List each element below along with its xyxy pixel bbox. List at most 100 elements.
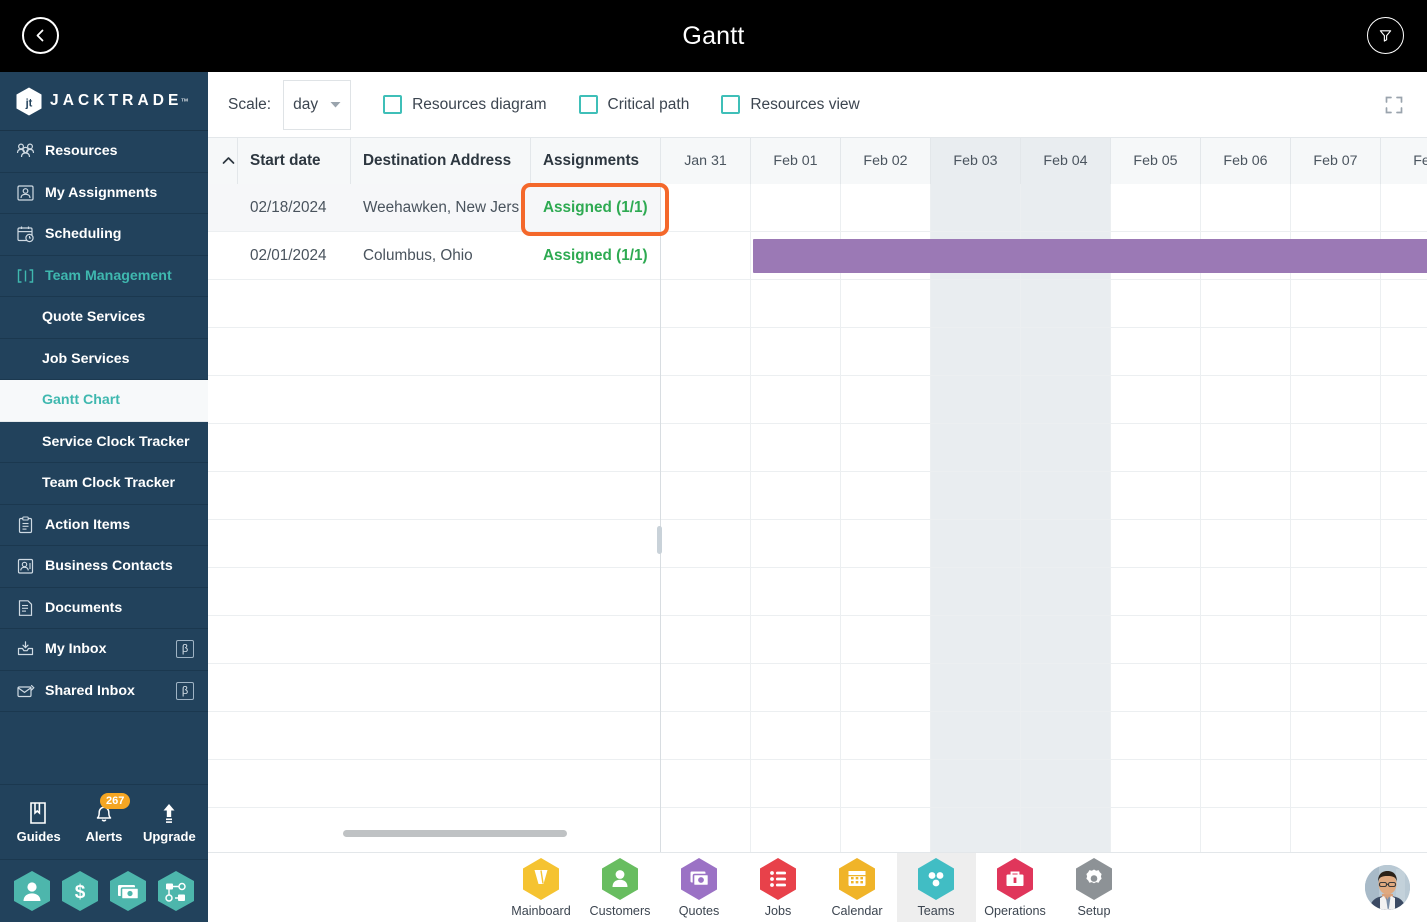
timeline-cell[interactable] — [751, 664, 841, 711]
sidebar-item-resources[interactable]: Resources — [0, 131, 208, 173]
timeline-cell[interactable] — [1021, 568, 1111, 615]
timeline-cell[interactable] — [1111, 568, 1201, 615]
timeline-cell[interactable] — [751, 568, 841, 615]
timeline-cell[interactable] — [1381, 424, 1427, 471]
timeline-cell[interactable] — [1291, 184, 1381, 231]
sidebar-item-business-contacts[interactable]: Business Contacts — [0, 546, 208, 588]
scale-select[interactable]: day — [283, 79, 352, 130]
sidebar-item-team-management[interactable]: Team Management — [0, 256, 208, 297]
timeline-cell[interactable] — [841, 280, 931, 327]
timeline-cell[interactable] — [931, 616, 1021, 663]
sidebar-item-documents[interactable]: Documents — [0, 588, 208, 629]
sidebar-item-shared-inbox[interactable]: Shared Inbox β — [0, 671, 208, 712]
timeline-cell[interactable] — [661, 664, 751, 711]
timeline-cell[interactable] — [1201, 616, 1291, 663]
timeline-cell[interactable] — [661, 184, 751, 231]
timeline-cell[interactable] — [751, 712, 841, 759]
timeline-cell[interactable] — [1381, 760, 1427, 807]
timeline-cell[interactable] — [931, 184, 1021, 231]
sidebar-item-action-items[interactable]: Action Items — [0, 505, 208, 546]
timeline-cell[interactable] — [841, 616, 931, 663]
timeline-cell[interactable] — [1021, 376, 1111, 423]
timeline-cell[interactable] — [841, 712, 931, 759]
timeline-cell[interactable] — [1381, 472, 1427, 519]
timeline-cell[interactable] — [841, 424, 931, 471]
column-header-assignments[interactable]: Assignments — [531, 138, 661, 184]
timeline-cell[interactable] — [1201, 328, 1291, 375]
timeline-cell[interactable] — [1291, 376, 1381, 423]
timeline-cell[interactable] — [1291, 760, 1381, 807]
timeline-cell[interactable] — [841, 328, 931, 375]
cell-assignments[interactable]: Assigned (1/1) — [531, 184, 661, 232]
timeline-cell[interactable] — [841, 472, 931, 519]
column-header-destination-address[interactable]: Destination Address — [351, 138, 531, 184]
timeline-cell[interactable] — [1111, 280, 1201, 327]
timeline-cell[interactable] — [1291, 328, 1381, 375]
horizontal-scrollbar[interactable] — [208, 830, 660, 838]
sidebar-item-job-services[interactable]: Job Services — [0, 339, 208, 380]
sidebar-item-service-clock-tracker[interactable]: Service Clock Tracker — [0, 422, 208, 463]
timeline-cell[interactable] — [1291, 424, 1381, 471]
timeline-cell[interactable] — [751, 376, 841, 423]
timeline-cell[interactable] — [1201, 376, 1291, 423]
workflow-hex-icon[interactable] — [157, 870, 195, 912]
sidebar-item-gantt-chart[interactable]: Gantt Chart — [0, 380, 208, 422]
timeline-cell[interactable] — [1021, 328, 1111, 375]
timeline-cell[interactable] — [1021, 472, 1111, 519]
timeline-cell[interactable] — [661, 472, 751, 519]
bottom-nav-item-teams[interactable]: Teams — [896, 852, 976, 922]
timeline-cell[interactable] — [931, 568, 1021, 615]
bottom-nav-item-customers[interactable]: Customers — [581, 853, 660, 922]
bottom-nav-item-calendar[interactable]: Calendar — [818, 853, 897, 922]
timeline-cell[interactable] — [1381, 664, 1427, 711]
timeline-cell[interactable] — [751, 520, 841, 567]
user-hex-icon[interactable] — [13, 870, 51, 912]
timeline-cell[interactable] — [1381, 520, 1427, 567]
bottom-nav-item-setup[interactable]: Setup — [1055, 853, 1134, 922]
timeline-cell[interactable] — [1021, 808, 1111, 852]
payment-hex-icon[interactable] — [109, 870, 147, 912]
timeline-cell[interactable] — [1291, 472, 1381, 519]
timeline-cell[interactable] — [1201, 664, 1291, 711]
timeline-cell[interactable] — [931, 472, 1021, 519]
timeline-cell[interactable] — [841, 568, 931, 615]
timeline-cell[interactable] — [751, 424, 841, 471]
timeline-cell[interactable] — [841, 184, 931, 231]
timeline-cell[interactable] — [1111, 520, 1201, 567]
sidebar-item-my-inbox[interactable]: My Inbox β — [0, 629, 208, 671]
timeline-cell[interactable] — [1111, 760, 1201, 807]
timeline-cell[interactable] — [661, 568, 751, 615]
timeline-cell[interactable] — [1201, 520, 1291, 567]
timeline-cell[interactable] — [931, 328, 1021, 375]
timeline-cell[interactable] — [1111, 376, 1201, 423]
timeline-cell[interactable] — [751, 760, 841, 807]
sidebar-item-scheduling[interactable]: Scheduling — [0, 214, 208, 256]
timeline-cell[interactable] — [661, 520, 751, 567]
timeline-cell[interactable] — [751, 808, 841, 852]
timeline-cell[interactable] — [1111, 712, 1201, 759]
timeline-cell[interactable] — [751, 328, 841, 375]
timeline-cell[interactable] — [1381, 184, 1427, 231]
filter-button[interactable] — [1367, 17, 1404, 54]
timeline-cell[interactable] — [661, 712, 751, 759]
checkbox-box[interactable] — [383, 95, 403, 114]
timeline-cell[interactable] — [1381, 616, 1427, 663]
checkbox-resources-view[interactable]: Resources view — [721, 95, 860, 114]
timeline-cell[interactable] — [1201, 808, 1291, 852]
timeline-cell[interactable] — [661, 760, 751, 807]
timeline-cell[interactable] — [751, 184, 841, 231]
sort-toggle[interactable] — [208, 138, 238, 184]
avatar[interactable] — [1365, 865, 1410, 910]
timeline-cell[interactable] — [1111, 472, 1201, 519]
timeline-cell[interactable] — [751, 280, 841, 327]
timeline-cell[interactable] — [1021, 424, 1111, 471]
timeline-cell[interactable] — [1291, 664, 1381, 711]
timeline-cell[interactable] — [931, 376, 1021, 423]
timeline-cell[interactable] — [841, 760, 931, 807]
bottom-nav-item-jobs[interactable]: Jobs — [739, 853, 818, 922]
timeline-cell[interactable] — [1201, 568, 1291, 615]
timeline-cell[interactable] — [1201, 472, 1291, 519]
brand-logo-area[interactable]: jt JACKTRADE ™ — [0, 72, 208, 131]
timeline-cell[interactable] — [931, 712, 1021, 759]
timeline-cell[interactable] — [1381, 712, 1427, 759]
